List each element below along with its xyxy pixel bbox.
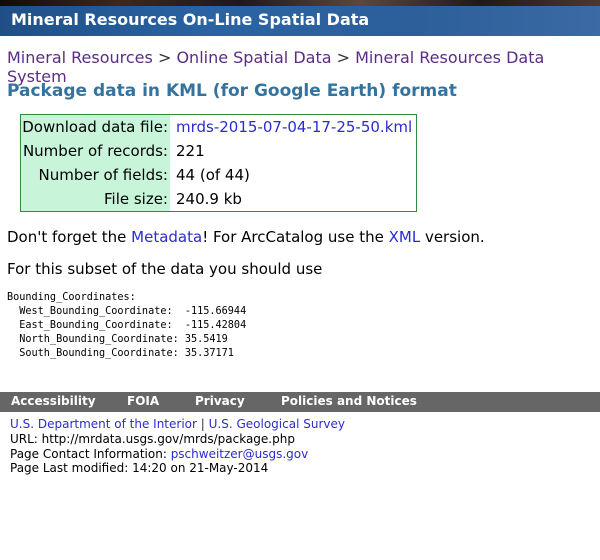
contact-email-link[interactable]: pschweitzer@usgs.gov — [171, 447, 309, 461]
north-coordinate: North_Bounding_Coordinate: 35.5419 — [7, 333, 228, 345]
metadata-text-before: Don't forget the — [7, 228, 132, 246]
footer-agency-line: U.S. Department of the Interior | U.S. G… — [10, 417, 345, 431]
south-coordinate: South_Bounding_Coordinate: 35.37171 — [7, 347, 234, 359]
size-label: File size: — [103, 190, 168, 208]
metadata-link[interactable]: Metadata — [131, 228, 202, 246]
footer-privacy-link[interactable]: Privacy — [195, 394, 245, 408]
breadcrumb-separator: > — [157, 48, 172, 67]
usgs-link[interactable]: U.S. Geological Survey — [209, 417, 345, 431]
metadata-text-after: version. — [420, 228, 485, 246]
east-coordinate: East_Bounding_Coordinate: -115.42804 — [7, 319, 247, 331]
page-title: Package data in KML (for Google Earth) f… — [7, 81, 457, 101]
breadcrumb-mineral-resources[interactable]: Mineral Resources — [7, 48, 153, 67]
metadata-text-middle: ! For ArcCatalog use the — [202, 228, 389, 246]
records-value: 221 — [176, 142, 205, 160]
xml-link[interactable]: XML — [389, 228, 421, 246]
download-label: Download data file: — [22, 118, 168, 136]
banner-image-strip — [0, 0, 600, 6]
bounding-coordinates: Bounding_Coordinates: West_Bounding_Coor… — [7, 291, 246, 361]
contact-label: Page Contact Information: — [10, 447, 171, 461]
west-coordinate: West_Bounding_Coordinate: -115.66944 — [7, 305, 247, 317]
breadcrumb-separator: > — [336, 48, 351, 67]
footer-nav: Accessibility FOIA Privacy Policies and … — [0, 392, 600, 412]
download-file-link[interactable]: mrds-2015-07-04-17-25-50.kml — [176, 115, 412, 139]
fields-value: 44 (of 44) — [176, 166, 250, 184]
row-records: Number of records: 221 — [21, 139, 416, 163]
fields-label: Number of fields: — [38, 166, 169, 184]
footer-separator: | — [200, 417, 205, 431]
row-fields: Number of fields: 44 (of 44) — [21, 163, 416, 187]
subset-paragraph: For this subset of the data you should u… — [7, 260, 323, 278]
size-value: 240.9 kb — [176, 190, 242, 208]
row-size: File size: 240.9 kb — [21, 187, 416, 211]
site-banner: Mineral Resources On-Line Spatial Data — [0, 0, 600, 36]
footer-contact: Page Contact Information: pschweitzer@us… — [10, 447, 308, 461]
site-title: Mineral Resources On-Line Spatial Data — [11, 10, 370, 29]
footer-url: URL: http://mrdata.usgs.gov/mrds/package… — [10, 432, 295, 446]
footer-accessibility-link[interactable]: Accessibility — [11, 394, 96, 408]
footer-policies-link[interactable]: Policies and Notices — [281, 394, 417, 408]
records-label: Number of records: — [22, 142, 168, 160]
footer-foia-link[interactable]: FOIA — [127, 394, 159, 408]
bounding-header: Bounding_Coordinates: — [7, 292, 136, 303]
breadcrumb-online-spatial-data[interactable]: Online Spatial Data — [176, 48, 331, 67]
doi-link[interactable]: U.S. Department of the Interior — [10, 417, 197, 431]
row-download: Download data file: mrds-2015-07-04-17-2… — [21, 115, 416, 139]
package-info-table: Download data file: mrds-2015-07-04-17-2… — [20, 114, 417, 212]
footer-last-modified: Page Last modified: 14:20 on 21-May-2014 — [10, 461, 269, 475]
metadata-paragraph: Don't forget the Metadata! For ArcCatalo… — [7, 228, 485, 246]
